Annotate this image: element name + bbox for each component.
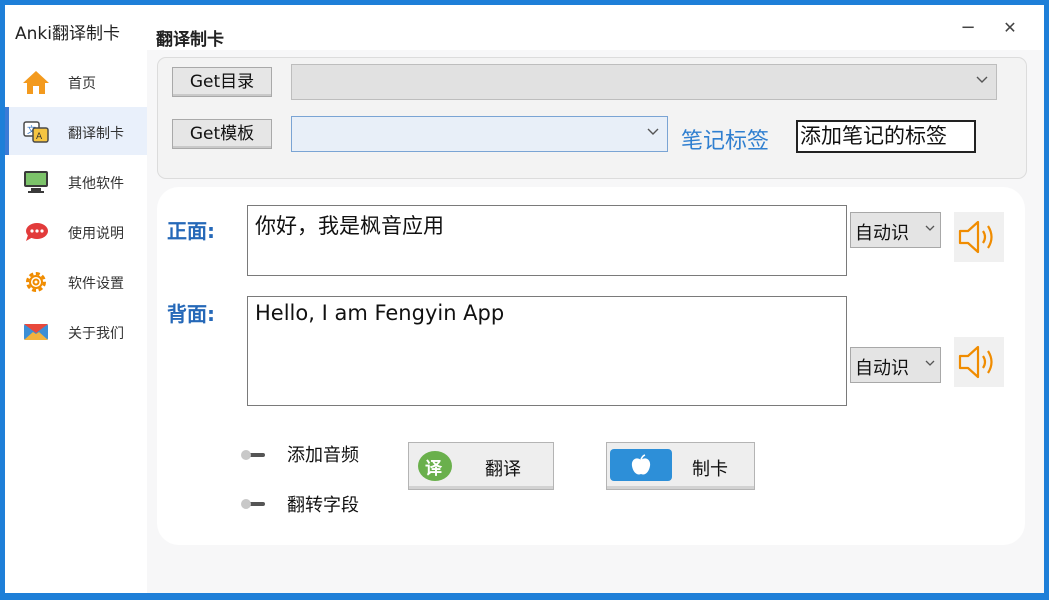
sidebar-item-label: 首页	[68, 76, 96, 92]
speaker-icon	[958, 220, 993, 254]
monitor-icon	[22, 169, 50, 195]
envelope-icon	[22, 319, 50, 345]
back-language-value: 自动识	[855, 358, 909, 379]
apple-icon	[631, 454, 651, 475]
sidebar-item-home[interactable]: 首页	[5, 57, 147, 105]
app-window: Anki翻译制卡 首页 文 A 翻译制卡 其他软件 使用说明 软件设置 关于我们…	[5, 5, 1044, 593]
back-textbox[interactable]: Hello, I am Fengyin App	[247, 296, 847, 406]
translate-button[interactable]: 译 翻译	[408, 442, 554, 490]
sidebar-item-about[interactable]: 关于我们	[5, 307, 147, 355]
sidebar-item-label: 翻译制卡	[68, 126, 124, 142]
speaker-icon	[958, 345, 993, 379]
swap-fields-toggle[interactable]	[240, 495, 266, 509]
app-title: Anki翻译制卡	[15, 24, 120, 44]
chat-bubble-icon	[22, 219, 50, 245]
chevron-down-icon	[647, 125, 659, 141]
sidebar-item-label: 其他软件	[68, 176, 124, 192]
note-tag-label: 笔记标签	[681, 129, 770, 154]
sidebar: Anki翻译制卡 首页 文 A 翻译制卡 其他软件 使用说明 软件设置 关于我们	[5, 5, 147, 593]
page-title: 翻译制卡	[156, 30, 224, 50]
template-select[interactable]	[291, 116, 668, 152]
sidebar-item-settings[interactable]: 软件设置	[5, 257, 147, 305]
add-audio-toggle[interactable]	[240, 446, 266, 460]
apple-badge	[610, 449, 672, 481]
make-card-button-label: 制卡	[692, 459, 728, 480]
back-speak-button[interactable]	[954, 337, 1004, 387]
sidebar-item-instructions[interactable]: 使用说明	[5, 207, 147, 255]
translate-card-icon: 文 A	[22, 119, 50, 145]
chevron-down-icon	[925, 222, 935, 236]
add-audio-label: 添加音频	[287, 445, 359, 466]
sidebar-item-translate-card[interactable]: 文 A 翻译制卡	[5, 107, 147, 155]
translate-badge-text: 译	[425, 459, 442, 479]
get-template-button[interactable]: Get模板	[172, 119, 272, 149]
front-language-select[interactable]: 自动识	[850, 212, 941, 248]
sidebar-item-label: 使用说明	[68, 226, 124, 242]
svg-text:A: A	[36, 132, 43, 142]
close-icon: ✕	[1003, 18, 1017, 37]
chevron-down-icon	[976, 73, 988, 89]
back-label: 背面:	[167, 302, 215, 326]
front-textbox[interactable]: 你好，我是枫音应用	[247, 205, 847, 276]
back-language-select[interactable]: 自动识	[850, 347, 941, 383]
front-speak-button[interactable]	[954, 212, 1004, 262]
minimize-button[interactable]: −	[953, 15, 983, 41]
translate-button-label: 翻译	[485, 459, 521, 480]
make-card-button[interactable]: 制卡	[606, 442, 755, 490]
note-tag-input[interactable]: 添加笔记的标签	[796, 120, 976, 153]
chevron-down-icon	[925, 357, 935, 371]
sidebar-item-label: 关于我们	[68, 326, 124, 342]
sidebar-item-other-software[interactable]: 其他软件	[5, 157, 147, 205]
get-deck-button[interactable]: Get目录	[172, 67, 272, 97]
gear-icon	[22, 269, 50, 295]
minimize-icon: −	[960, 17, 976, 38]
sidebar-item-label: 软件设置	[68, 276, 124, 292]
home-icon	[22, 69, 50, 95]
swap-fields-label: 翻转字段	[287, 495, 359, 516]
deck-select[interactable]	[291, 64, 997, 100]
close-button[interactable]: ✕	[995, 15, 1025, 41]
front-language-value: 自动识	[855, 223, 909, 244]
front-label: 正面:	[167, 219, 215, 243]
